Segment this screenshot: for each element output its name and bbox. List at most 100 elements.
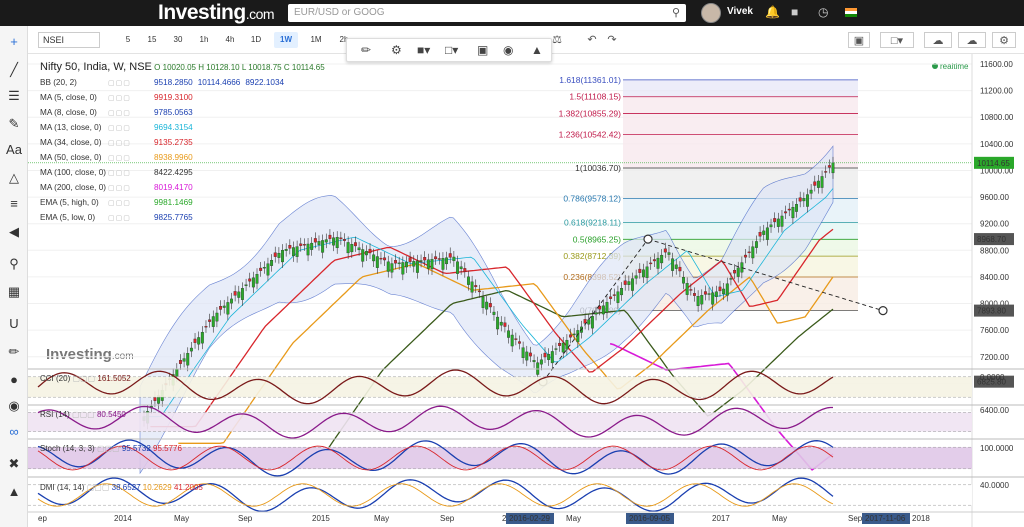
search-placeholder: EUR/USD or GOOG — [294, 7, 385, 18]
indicator-controls[interactable]: ▢▢▢ — [108, 121, 154, 136]
candle — [251, 277, 255, 288]
search-input[interactable]: EUR/USD or GOOG ⚲ — [288, 4, 686, 22]
zoom-icon[interactable]: ⚲ — [4, 254, 24, 274]
candle — [346, 242, 350, 254]
eye-icon[interactable]: ◉ — [503, 43, 513, 57]
bell-icon[interactable]: 🔔 — [765, 5, 780, 19]
link-icon[interactable]: ∞ — [4, 422, 24, 442]
fill-icon[interactable]: ■▾ — [417, 43, 430, 57]
cci-controls[interactable]: ▢▢▢ — [72, 374, 95, 383]
search-icon[interactable]: ⚲ — [672, 6, 680, 19]
candle — [481, 296, 485, 308]
user-name[interactable]: Vivek — [727, 6, 753, 17]
briefcase-icon[interactable]: ■ — [791, 5, 798, 19]
timeframe-15[interactable]: 15 — [140, 32, 164, 48]
symbol-input[interactable]: NSEI — [38, 32, 100, 48]
trend-line-icon[interactable]: ╱ — [4, 60, 24, 80]
chart-style-icon[interactable]: □▾ — [880, 32, 914, 48]
indicator-controls[interactable]: ▢▢▢ — [108, 211, 154, 226]
timeframe-1d[interactable]: 1D — [244, 32, 268, 48]
candle — [594, 312, 598, 315]
pattern-icon[interactable]: △ — [4, 168, 24, 188]
indicator-controls[interactable]: ▢▢▢ — [108, 151, 154, 166]
stoch-controls[interactable]: ▢▢▢ — [97, 444, 120, 453]
dmi-controls[interactable]: ▢▢▢ — [87, 483, 110, 492]
trash-icon[interactable]: ▲ — [4, 482, 24, 502]
indicator-row[interactable]: EMA (5, low, 0) ▢▢▢ 9825.7765 — [40, 210, 325, 225]
candle — [310, 242, 314, 250]
candle — [816, 180, 820, 188]
measure-icon[interactable]: ▦ — [4, 282, 24, 302]
pencil-icon[interactable]: ✏ — [4, 342, 24, 362]
rsi-controls[interactable]: ▢▢▢ — [72, 410, 95, 419]
fib-zone — [623, 96, 858, 114]
indicator-row[interactable]: MA (8, close, 0) ▢▢▢ 9785.0563 — [40, 105, 325, 120]
crosshair-icon[interactable]: + — [4, 32, 24, 52]
site-logo[interactable]: Investing.com — [158, 1, 275, 25]
flag-icon[interactable] — [845, 8, 857, 17]
brush-icon[interactable]: ✎ — [4, 114, 24, 134]
redo-icon[interactable]: ↷ — [604, 32, 620, 48]
indicator-row[interactable]: MA (100, close, 0) ▢▢▢ 8422.4295 — [40, 165, 325, 180]
indicator-controls[interactable]: ▢▢▢ — [108, 136, 154, 151]
pencil-icon[interactable]: ✏ — [361, 43, 371, 57]
candle — [547, 354, 551, 360]
eye-icon[interactable]: ◉ — [4, 396, 24, 416]
indicator-value: 9825.7765 — [154, 213, 193, 222]
settings-icon[interactable]: ⚙ — [992, 32, 1016, 48]
text-tool-icon[interactable]: Aa — [4, 140, 24, 160]
candle — [620, 288, 624, 296]
timeframe-4h[interactable]: 4h — [218, 32, 242, 48]
horizontal-lines-icon[interactable]: ☰ — [4, 86, 24, 106]
camera-icon[interactable]: ▣ — [848, 32, 870, 48]
candle — [751, 246, 755, 259]
candle — [784, 211, 788, 214]
timeframe-1w[interactable]: 1W — [274, 32, 298, 48]
indicator-row[interactable]: MA (13, close, 0) ▢▢▢ 9694.3154 — [40, 120, 325, 135]
indicator-controls[interactable]: ▢▢▢ — [108, 166, 154, 181]
candle — [722, 288, 726, 295]
lock-icon[interactable]: ● — [4, 370, 24, 390]
indicator-controls[interactable]: ▢▢▢ — [108, 76, 154, 91]
copy-icon[interactable]: □▾ — [445, 43, 458, 57]
candle — [725, 283, 729, 296]
timeframe-1m[interactable]: 1M — [304, 32, 328, 48]
indicator-row[interactable]: EMA (5, high, 0) ▢▢▢ 9981.1469 — [40, 195, 325, 210]
candle — [339, 237, 343, 240]
back-arrow-icon[interactable]: ◀ — [4, 222, 24, 242]
timeframe-1h[interactable]: 1h — [192, 32, 216, 48]
lock-icon[interactable]: ▣ — [477, 43, 488, 57]
candle — [612, 294, 616, 296]
cloud-upload-icon[interactable]: ☁ — [958, 32, 986, 48]
timeframe-5[interactable]: 5 — [116, 32, 140, 48]
indicator-row[interactable]: BB (20, 2) ▢▢▢ 9518.2850 10114.4666 8922.103… — [40, 75, 325, 90]
price-badge-label: 10114.65 — [977, 159, 1010, 168]
drawing-properties-panel: ✏ ⚙ ■▾ □▾ ▣ ◉ ▲ — [346, 38, 552, 62]
indicator-controls[interactable]: ▢▢▢ — [108, 106, 154, 121]
candle — [419, 260, 423, 262]
indicator-controls[interactable]: ▢▢▢ — [108, 91, 154, 106]
rsi-legend: RSI (14) ▢▢▢ 80.5450 — [40, 410, 126, 419]
fib-level-label: 1(10036.70) — [575, 163, 621, 173]
cloud-download-icon[interactable]: ☁ — [924, 32, 952, 48]
indicator-row[interactable]: MA (34, close, 0) ▢▢▢ 9135.2735 — [40, 135, 325, 150]
indicator-row[interactable]: MA (50, close, 0) ▢▢▢ 8938.9960 — [40, 150, 325, 165]
trash-icon[interactable]: ▲ — [531, 43, 543, 57]
trend-handle — [878, 306, 888, 316]
candle — [219, 306, 223, 310]
magnet-icon[interactable]: U — [4, 314, 24, 334]
fibonacci-icon[interactable]: ≡ — [4, 194, 24, 214]
indicator-row[interactable]: MA (5, close, 0) ▢▢▢ 9919.3100 — [40, 90, 325, 105]
candle — [674, 264, 678, 269]
remove-tools-icon[interactable]: ✖ — [4, 454, 24, 474]
clock-icon[interactable]: ◷ — [818, 5, 828, 19]
gear-icon[interactable]: ⚙ — [391, 43, 402, 57]
undo-icon[interactable]: ↶ — [584, 32, 600, 48]
open-value: 10020.05 — [162, 63, 196, 72]
indicator-controls[interactable]: ▢▢▢ — [108, 196, 154, 211]
avatar[interactable] — [701, 3, 721, 23]
indicator-value: 9981.1469 — [154, 198, 193, 207]
indicator-row[interactable]: MA (200, close, 0) ▢▢▢ 8019.4170 — [40, 180, 325, 195]
timeframe-30[interactable]: 30 — [166, 32, 190, 48]
indicator-controls[interactable]: ▢▢▢ — [108, 181, 154, 196]
